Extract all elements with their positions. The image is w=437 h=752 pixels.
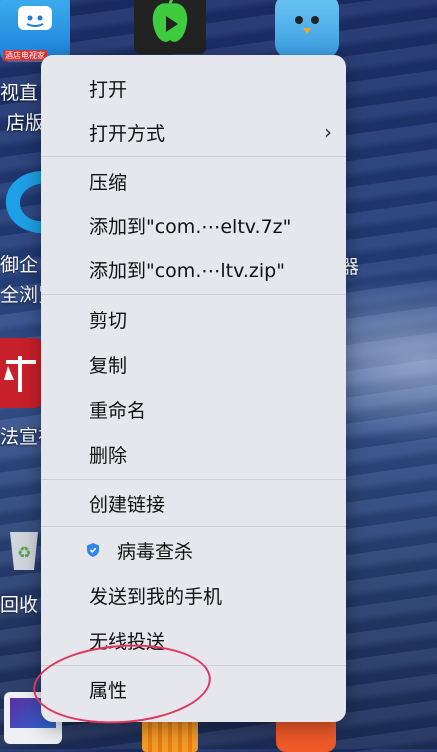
menu-label: 病毒查杀 [117,540,194,563]
tv-icon [18,6,52,30]
menu-label: 打开方式 [89,122,166,145]
menu-separator [41,479,346,480]
scale-icon [4,356,36,392]
context-menu: 打开 打开方式 › 压缩 添加到"com.⋯eltv.7z" 添加到"com.⋯l… [41,55,346,722]
law-app-icon[interactable] [0,338,44,408]
tv-app-icon[interactable]: 酒店电视家 [0,0,70,62]
menu-label: 添加到"com.⋯ltv.zip" [89,259,285,282]
menu-open-with[interactable]: 打开方式 › [41,111,346,153]
menu-open[interactable]: 打开 [41,67,346,109]
menu-send-to-phone[interactable]: 发送到我的手机 [41,574,346,616]
tv-app-label-2: 店版 [6,112,45,134]
menu-rename[interactable]: 重命名 [41,388,346,430]
menu-label: 复制 [89,354,128,377]
browser-label-1: 御企 [0,254,39,276]
menu-label: 发送到我的手机 [89,585,223,608]
svg-text:♻: ♻ [17,543,31,562]
chevron-right-icon: › [324,120,332,144]
tv-icon-caption: 酒店电视家 [3,50,47,61]
menu-label: 压缩 [89,171,128,194]
menu-label: 打开 [89,78,128,101]
menu-label: 创建链接 [89,493,166,516]
recycle-bin-icon[interactable]: ♻ [6,520,42,574]
menu-label: 重命名 [89,399,147,422]
menu-delete[interactable]: 删除 [41,433,346,475]
menu-label: 剪切 [89,309,128,332]
menu-compress[interactable]: 压缩 [41,160,346,202]
menu-label: 添加到"com.⋯eltv.7z" [89,215,292,238]
menu-virus-scan[interactable]: 病毒查杀 [41,529,346,571]
menu-cut[interactable]: 剪切 [41,298,346,340]
menu-copy[interactable]: 复制 [41,343,346,385]
menu-add-to-7z[interactable]: 添加到"com.⋯eltv.7z" [41,204,346,246]
bird-app-icon[interactable] [275,0,339,58]
menu-separator [41,294,346,295]
tv-app-label-1: 视直 [0,82,39,104]
video-app-icon[interactable] [134,0,206,54]
shield-icon [87,543,99,557]
bird-icon [295,16,319,34]
menu-separator [41,156,346,157]
apple-play-icon [152,0,188,42]
recycle-label: 回收 [0,594,39,616]
menu-create-link[interactable]: 创建链接 [41,482,346,524]
menu-label: 删除 [89,444,128,467]
menu-separator [41,526,346,527]
menu-add-to-zip[interactable]: 添加到"com.⋯ltv.zip" [41,248,346,290]
